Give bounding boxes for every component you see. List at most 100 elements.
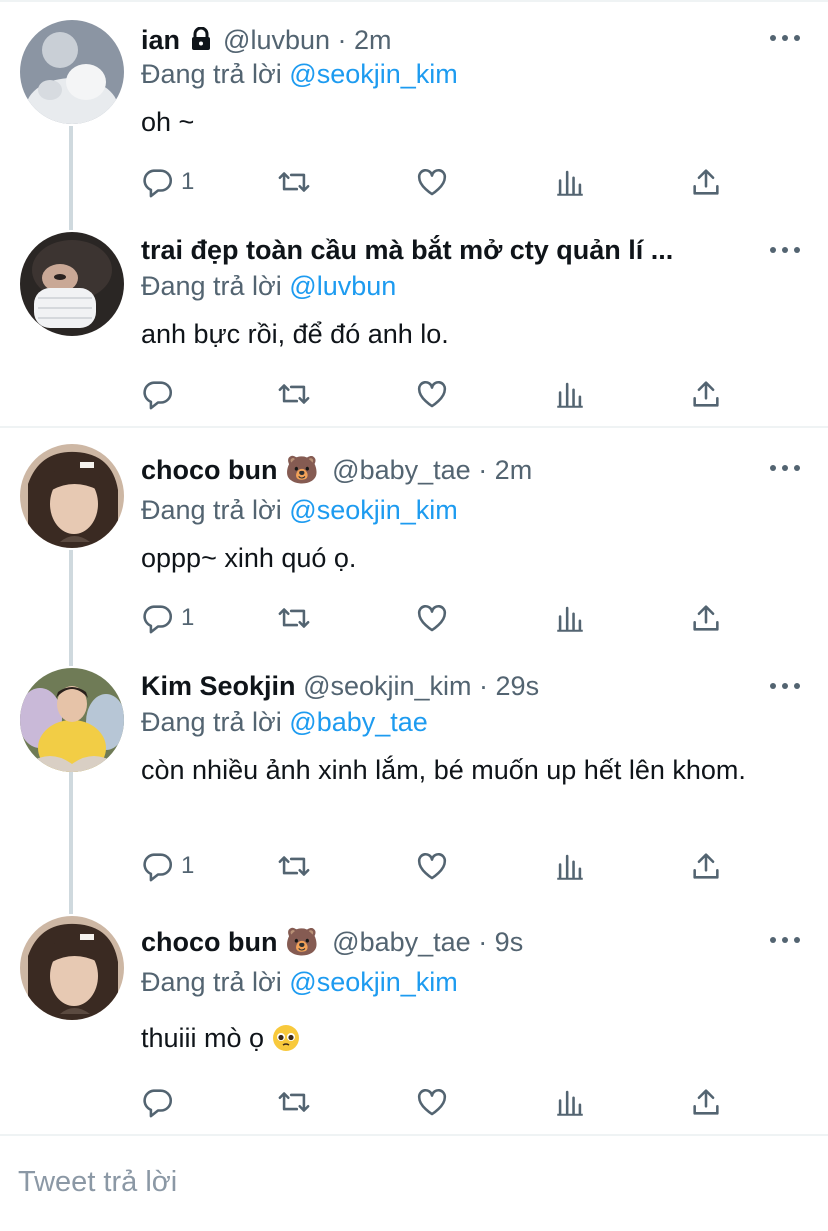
analytics-button[interactable] <box>553 376 587 412</box>
analytics-icon <box>557 382 583 408</box>
like-button[interactable] <box>415 1084 449 1120</box>
compose-divider <box>0 1134 828 1136</box>
reply-button[interactable]: 1 <box>141 848 194 884</box>
reply-compose-input[interactable]: Tweet trả lời <box>18 1166 177 1199</box>
share-button[interactable] <box>689 600 723 636</box>
reply-button[interactable]: 1 <box>141 164 194 200</box>
replying-to: Đang trả lời @seokjin_kim <box>141 58 458 90</box>
timestamp[interactable]: · 2m <box>478 455 532 485</box>
display-name[interactable]: choco bun <box>141 927 278 957</box>
lock-icon <box>190 26 212 58</box>
more-icon[interactable] <box>770 33 800 43</box>
reply-button[interactable]: 1 <box>141 600 194 636</box>
tweet-text: anh bực rồi, để đó anh lo. <box>141 319 449 349</box>
tweet[interactable]: choco bun 🐻 @baby_tae · 2m Đang trả lời … <box>0 428 828 650</box>
reply-icon <box>143 381 173 410</box>
display-name[interactable]: ian <box>141 25 180 55</box>
like-button[interactable] <box>415 376 449 412</box>
replying-to-label: Đang trả lời <box>141 59 282 89</box>
like-icon <box>417 1089 447 1116</box>
tweet[interactable]: ian @luvbun · 2m Đang trả lời @seokjin_k… <box>0 0 828 214</box>
retweet-icon <box>278 172 310 192</box>
more-icon[interactable] <box>770 935 800 945</box>
avatar[interactable] <box>20 232 124 336</box>
tweet[interactable]: Kim Seokjin @seokjin_kim · 29s Đang trả … <box>0 650 828 900</box>
mention-link[interactable]: @seokjin_kim <box>289 967 457 997</box>
retweet-button[interactable] <box>277 164 311 200</box>
share-button[interactable] <box>689 376 723 412</box>
action-bar: 1 <box>141 164 741 200</box>
display-name[interactable]: trai đẹp toàn cầu mà bắt mở cty quản lí … <box>141 235 673 265</box>
retweet-button[interactable] <box>277 376 311 412</box>
user-handle[interactable]: @seokjin_kim <box>303 671 471 701</box>
mention-link[interactable]: @seokjin_kim <box>289 59 457 89</box>
analytics-button[interactable] <box>553 600 587 636</box>
more-icon[interactable] <box>770 681 800 691</box>
retweet-icon <box>278 384 310 404</box>
analytics-icon <box>557 606 583 632</box>
bear-emoji: 🐻 <box>285 455 319 485</box>
avatar[interactable] <box>20 444 124 548</box>
share-icon <box>693 605 719 631</box>
avatar[interactable] <box>20 916 124 1020</box>
action-bar <box>141 1084 741 1120</box>
more-icon[interactable] <box>770 463 800 473</box>
retweet-button[interactable] <box>277 1084 311 1120</box>
avatar[interactable] <box>20 20 124 124</box>
reply-button[interactable] <box>141 376 175 412</box>
tweet-header: choco bun 🐻 @baby_tae · 2m <box>141 454 748 486</box>
display-name[interactable]: Kim Seokjin <box>141 671 296 701</box>
analytics-button[interactable] <box>553 848 587 884</box>
pleading-face-emoji <box>272 1024 300 1061</box>
tweet-text: oh ~ <box>141 107 195 137</box>
share-button[interactable] <box>689 164 723 200</box>
reply-count: 1 <box>181 168 195 195</box>
reply-icon <box>143 853 173 882</box>
share-icon <box>693 381 719 407</box>
like-button[interactable] <box>415 600 449 636</box>
like-button[interactable] <box>415 848 449 884</box>
like-icon <box>417 605 447 632</box>
reply-button[interactable] <box>141 1084 175 1120</box>
share-button[interactable] <box>689 1084 723 1120</box>
tweet[interactable]: choco bun 🐻 @baby_tae · 9s Đang trả lời … <box>0 900 828 1132</box>
share-icon <box>693 1089 719 1115</box>
reply-count: 1 <box>181 604 195 631</box>
replying-to: Đang trả lời @seokjin_kim <box>141 494 458 526</box>
analytics-icon <box>557 170 583 196</box>
like-icon <box>417 169 447 196</box>
tweet[interactable]: trai đẹp toàn cầu mà bắt mở cty quản lí … <box>0 214 828 426</box>
reply-icon <box>143 1089 173 1118</box>
replying-to-label: Đang trả lời <box>141 967 282 997</box>
user-handle[interactable]: @baby_tae <box>332 927 471 957</box>
tweet-text-content: thuiii mò ọ <box>141 1023 265 1053</box>
analytics-button[interactable] <box>553 1084 587 1120</box>
like-icon <box>417 853 447 880</box>
replying-to: Đang trả lời @luvbun <box>141 270 396 302</box>
mention-link[interactable]: @seokjin_kim <box>289 495 457 525</box>
display-name[interactable]: choco bun <box>141 455 278 485</box>
tweet-text: oppp~ xinh quó ọ. <box>141 543 357 573</box>
timestamp[interactable]: · 29s <box>479 671 539 701</box>
mention-link[interactable]: @baby_tae <box>289 707 428 737</box>
action-bar <box>141 376 741 412</box>
user-handle[interactable]: @baby_tae <box>332 455 471 485</box>
retweet-button[interactable] <box>277 600 311 636</box>
reply-icon <box>143 169 173 198</box>
like-icon <box>417 381 447 408</box>
tweet-header: ian @luvbun · 2m <box>141 24 748 58</box>
action-bar: 1 <box>141 600 741 636</box>
mention-link[interactable]: @luvbun <box>289 271 396 301</box>
replying-to-label: Đang trả lời <box>141 271 282 301</box>
timestamp[interactable]: · 2m <box>338 25 392 55</box>
analytics-button[interactable] <box>553 164 587 200</box>
retweet-button[interactable] <box>277 848 311 884</box>
replying-to: Đang trả lời @baby_tae <box>141 706 428 738</box>
avatar[interactable] <box>20 668 124 772</box>
replying-to-label: Đang trả lời <box>141 495 282 525</box>
more-icon[interactable] <box>770 245 800 255</box>
like-button[interactable] <box>415 164 449 200</box>
share-button[interactable] <box>689 848 723 884</box>
timestamp[interactable]: · 9s <box>478 927 523 957</box>
user-handle[interactable]: @luvbun <box>223 25 330 55</box>
